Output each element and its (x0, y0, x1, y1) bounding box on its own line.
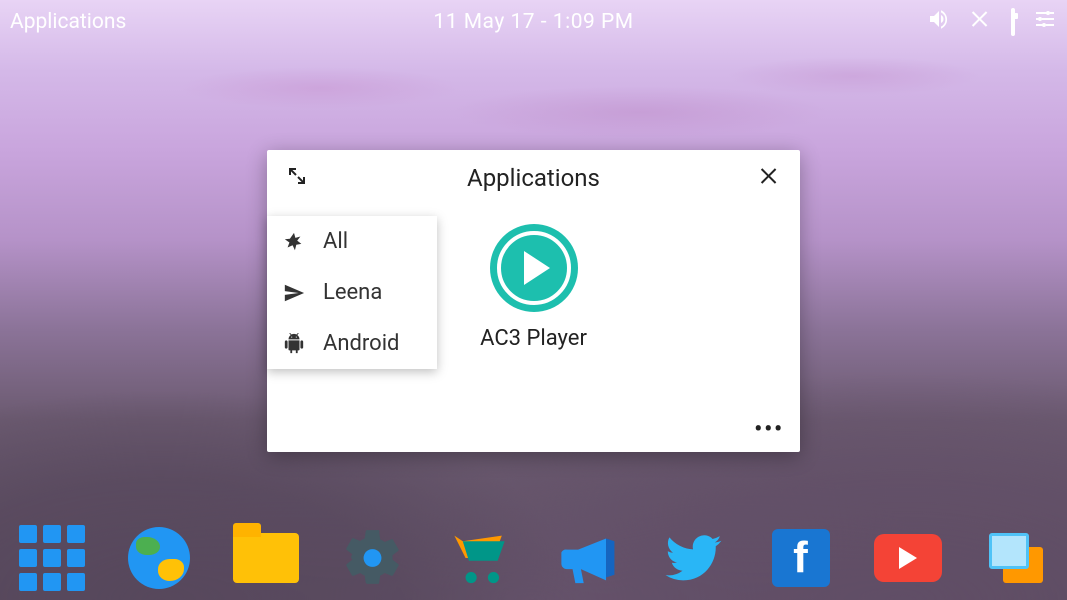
bullhorn-icon (553, 524, 620, 592)
filter-label: Android (323, 331, 399, 356)
filter-leena[interactable]: Leena (267, 267, 437, 318)
dock-store[interactable] (446, 524, 513, 592)
dock-files[interactable] (232, 524, 299, 592)
filter-android[interactable]: Android (267, 318, 437, 369)
top-status-bar: Applications 11 May 17 - 1:09 PM (0, 0, 1067, 44)
app-ac3-player[interactable]: AC3 Player (480, 224, 587, 351)
clock-datetime: 11 May 17 - 1:09 PM (433, 10, 633, 34)
close-icon[interactable] (758, 164, 782, 192)
filter-label: Leena (323, 280, 382, 305)
battery-icon[interactable] (1011, 10, 1015, 34)
category-dropdown: All Leena Android (267, 216, 437, 369)
youtube-icon (874, 534, 942, 582)
dock: f (0, 516, 1067, 600)
dock-facebook[interactable]: f (767, 524, 834, 592)
applications-window: Applications All Leena Android (267, 150, 800, 452)
dock-app-grid[interactable] (18, 524, 85, 592)
applications-menu[interactable]: Applications (10, 10, 126, 34)
filter-all[interactable]: All (267, 216, 437, 267)
folder-icon (233, 533, 299, 583)
facebook-icon: f (772, 529, 830, 587)
volume-icon[interactable] (927, 7, 951, 37)
fullscreen-icon[interactable] (285, 164, 309, 192)
window-body: All Leena Android AC3 Player ••• (267, 206, 800, 452)
more-icon[interactable]: ••• (754, 417, 784, 442)
cart-icon (446, 524, 513, 592)
dock-browser[interactable] (125, 524, 192, 592)
settings-sliders-icon[interactable] (1033, 7, 1057, 37)
dock-settings[interactable] (339, 524, 406, 592)
app-label: AC3 Player (480, 326, 587, 351)
android-icon (283, 333, 305, 355)
screens-icon (989, 533, 1043, 583)
send-icon (283, 282, 305, 304)
asterisk-icon (283, 231, 305, 253)
gear-icon (339, 524, 406, 592)
window-header: Applications (267, 150, 800, 206)
window-title: Applications (467, 164, 600, 192)
twitter-icon (660, 524, 727, 592)
grid-icon (19, 525, 85, 591)
globe-icon (128, 527, 190, 589)
dock-multitask[interactable] (982, 524, 1049, 592)
dismiss-icon[interactable] (969, 7, 993, 37)
dock-youtube[interactable] (874, 524, 942, 592)
filter-label: All (323, 229, 348, 254)
dock-twitter[interactable] (660, 524, 727, 592)
dock-announcements[interactable] (553, 524, 620, 592)
play-circle-icon (490, 224, 578, 312)
status-tray (927, 7, 1057, 37)
sky-clouds (0, 40, 1067, 160)
